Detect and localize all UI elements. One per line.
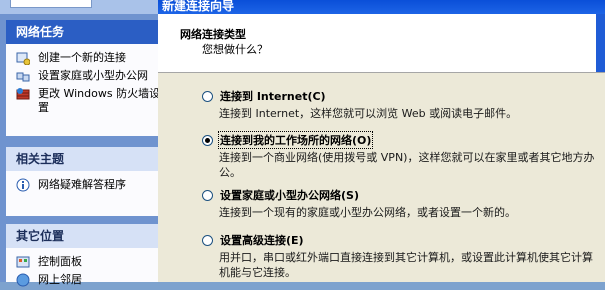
other-control-panel[interactable]: 控制面板 (16, 254, 158, 272)
option-label[interactable]: 设置家庭或小型办公网络(S) (219, 187, 360, 203)
network-tasks-header[interactable]: 网络任务 (6, 20, 158, 44)
header-subtitle: 您想做什么？ (202, 43, 268, 56)
related-topics-title: 相关主题 (16, 152, 65, 166)
radio-button-selected[interactable] (202, 135, 213, 146)
radio-button[interactable] (202, 235, 213, 246)
related-topics-panel: 网络疑难解答程序 (6, 171, 158, 216)
related-label: 网络疑难解答程序 (38, 178, 126, 191)
wizard-header: 网络连接类型 您想做什么？ (158, 14, 605, 73)
new-connection-wizard: 新建连接向导 网络连接类型 您想做什么？ 连接到 Internet(C) 连接到… (158, 0, 605, 282)
info-icon (16, 178, 30, 192)
other-places-title: 其它位置 (16, 229, 65, 243)
task-pane-top-strip (0, 0, 158, 14)
radio-button[interactable] (202, 91, 213, 102)
option-label[interactable]: 设置高级连接(E) (219, 232, 305, 248)
task-change-firewall[interactable]: 更改 Windows 防火墙设 置 (16, 86, 161, 118)
task-setup-home-network[interactable]: 设置家庭或小型办公网 (16, 68, 158, 86)
window-title: 新建连接向导 (162, 0, 235, 13)
option-description: 连接到 Internet，这样您就可以浏览 Web 或阅读电子邮件。 (219, 107, 518, 120)
radio-button[interactable] (202, 190, 213, 201)
network-tasks-title: 网络任务 (16, 25, 65, 39)
network-places-icon (16, 273, 30, 287)
title-bar[interactable]: 新建连接向导 (158, 0, 605, 14)
option-description: 连接到一个现有的家庭或小型办公网络，或者设置一个新的。 (219, 206, 516, 219)
task-label: 更改 Windows 防火墙设 (38, 87, 161, 100)
control-panel-icon (16, 256, 30, 268)
related-network-troubleshooter[interactable]: 网络疑难解答程序 (16, 177, 158, 195)
option-description: 用并口，串口或红外端口直接连接到其它计算机，或设置此计算机使其它计算机能与它连接… (219, 251, 593, 279)
option-label[interactable]: 连接到 Internet(C) (219, 88, 327, 104)
firewall-icon (16, 88, 30, 100)
other-places-header[interactable]: 其它位置 (6, 224, 158, 248)
partial-window-fragment (10, 0, 92, 8)
other-label: 控制面板 (38, 255, 82, 268)
task-label: 创建一个新的连接 (38, 51, 126, 64)
network-tasks-panel: 创建一个新的连接 设置家庭或小型办公网 更改 Windows 防火墙设 置 (6, 44, 161, 136)
other-network-places[interactable]: 网上邻居 (16, 272, 158, 290)
task-label-continued: 置 (38, 101, 49, 114)
header-graphic (596, 14, 605, 72)
new-connection-icon (16, 52, 30, 65)
option-description: 连接到一个商业网络(使用拨号或 VPN)，这样您就可以在家里或者其它地方办公。 (219, 151, 595, 179)
task-create-connection[interactable]: 创建一个新的连接 (16, 50, 158, 68)
header-title: 网络连接类型 (180, 28, 246, 41)
home-network-icon (16, 72, 30, 82)
task-pane: 网络任务 创建一个新的连接 设置家庭或小型办公网 更改 Windows 防火墙设… (0, 0, 161, 287)
option-label[interactable]: 连接到我的工作场所的网络(O) (217, 131, 374, 149)
other-label: 网上邻居 (38, 273, 82, 286)
task-label: 设置家庭或小型办公网 (38, 69, 148, 82)
related-topics-header[interactable]: 相关主题 (6, 147, 158, 171)
other-places-panel: 控制面板 网上邻居 (6, 248, 158, 287)
